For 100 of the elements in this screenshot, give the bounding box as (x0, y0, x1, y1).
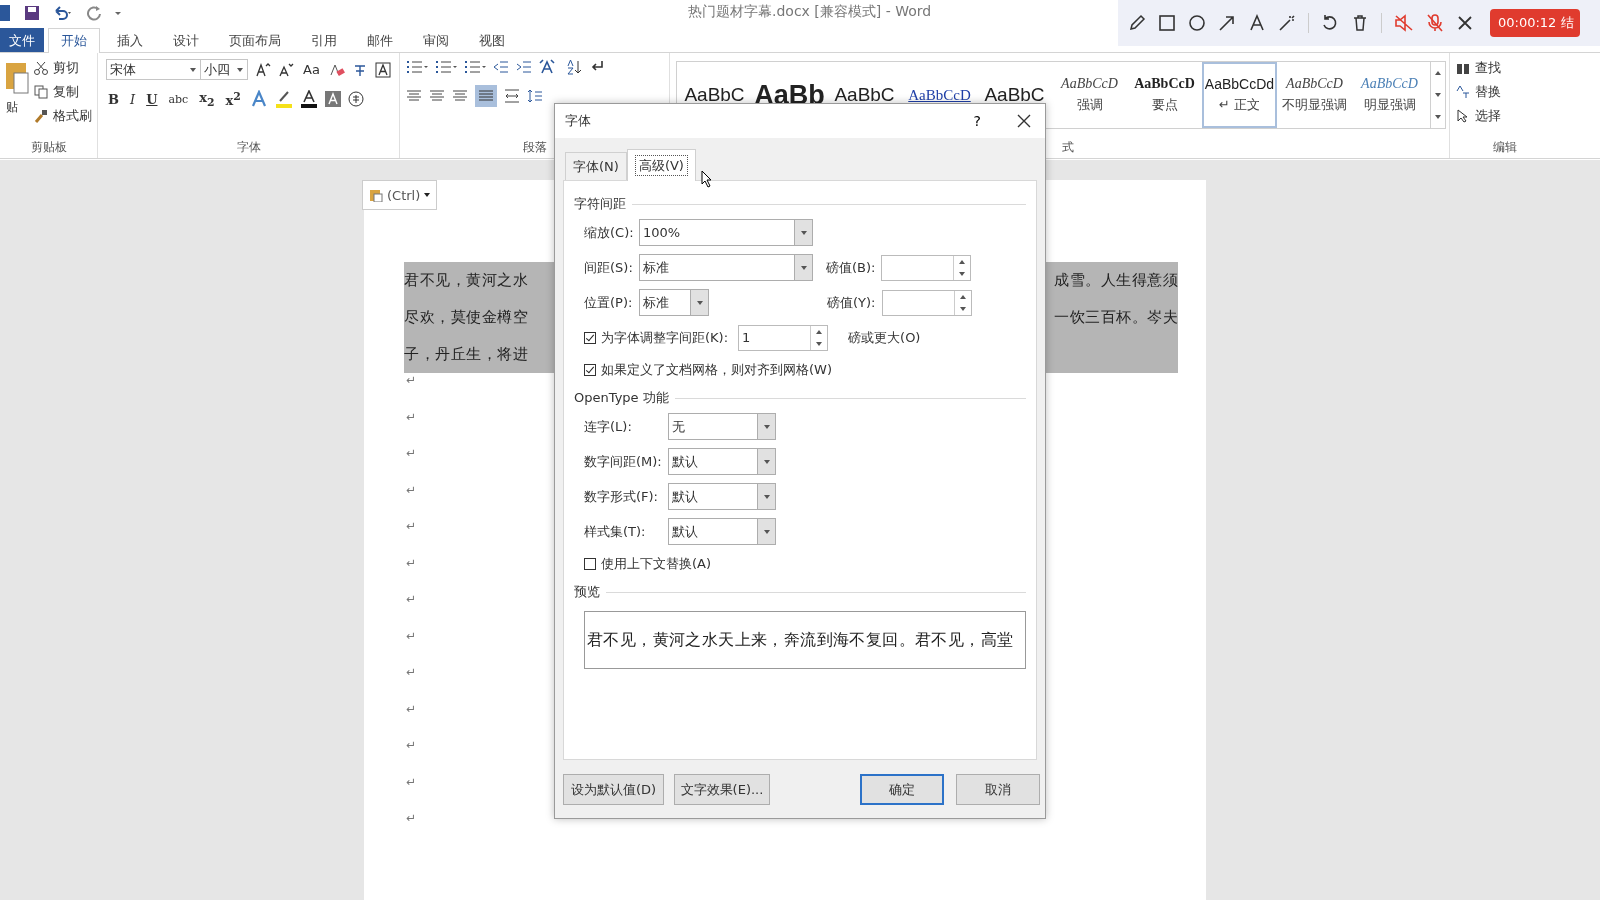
list-icon[interactable] (406, 59, 428, 75)
rectangle-icon[interactable] (1158, 14, 1176, 32)
style-item[interactable]: AaBbCcD 明显强调 (1352, 62, 1427, 128)
circle-icon[interactable] (1188, 14, 1206, 32)
text-effects-icon[interactable] (249, 90, 268, 109)
format-button[interactable]: abc (166, 92, 191, 106)
style-item[interactable]: AaBbCcD 要点 (1127, 62, 1202, 128)
shrink-font-icon[interactable] (278, 61, 294, 78)
checkbox[interactable] (584, 558, 596, 570)
ribbon-tab[interactable]: 页面布局 (216, 28, 294, 52)
format-button[interactable]: x$^{2}$ (223, 90, 243, 109)
pencil-icon[interactable] (1128, 14, 1146, 32)
stop-recording-button[interactable]: 00:00:12 结 (1490, 9, 1580, 37)
paragraph-mark: ↵ (405, 373, 417, 389)
undo-icon[interactable] (52, 5, 74, 21)
character-shading-icon[interactable] (324, 91, 341, 108)
help-button[interactable]: ? (973, 113, 981, 129)
checkbox-label[interactable]: 如果定义了文档网格，则对齐到网格(W) (601, 361, 832, 379)
find-button[interactable]: 查找 (1456, 59, 1554, 77)
distributed-icon[interactable] (504, 88, 520, 104)
opentype-dropdown[interactable]: 默认 (668, 483, 776, 510)
format-button[interactable]: B (106, 91, 121, 107)
dialog-button[interactable]: 文字效果(E)... (674, 774, 770, 805)
format-painter-button[interactable]: 格式刷 (34, 107, 92, 125)
highlighter-icon[interactable] (274, 90, 293, 109)
paragraph-mark: ↵ (405, 738, 417, 754)
checkbox[interactable] (584, 331, 596, 344)
word-icon[interactable] (0, 4, 12, 22)
align-icon[interactable] (452, 88, 468, 104)
line-spacing-icon[interactable] (527, 88, 543, 104)
align-icon[interactable] (406, 88, 422, 104)
change-case-button[interactable]: Aa (301, 62, 322, 77)
font-name-dropdown[interactable]: 宋体 (106, 59, 201, 80)
enclose-characters-icon[interactable] (347, 91, 364, 108)
sort-icon[interactable] (566, 59, 582, 75)
font-color-icon[interactable] (299, 90, 318, 109)
close-icon[interactable] (1456, 14, 1474, 32)
ribbon-tab[interactable]: 文件 (0, 28, 44, 52)
format-button[interactable]: I (128, 91, 138, 107)
save-icon[interactable] (24, 5, 40, 21)
increase-indent-icon[interactable] (516, 59, 532, 75)
align-icon[interactable] (429, 88, 445, 104)
redo-icon[interactable] (86, 5, 102, 21)
format-button[interactable]: U (144, 91, 160, 107)
dialog-tab[interactable]: 字体(N) (565, 152, 627, 180)
magic-wand-icon[interactable] (1278, 14, 1296, 32)
scale-dropdown[interactable]: 100% (639, 219, 813, 246)
paragraph-mark: ↵ (405, 811, 417, 827)
list-icon[interactable] (435, 59, 457, 75)
style-item[interactable]: AaBbCcDd ↵ 正文 (1202, 62, 1277, 128)
ribbon-tab[interactable]: 设计 (160, 28, 212, 52)
opentype-dropdown[interactable]: 默认 (668, 518, 776, 545)
close-icon[interactable] (1017, 114, 1031, 128)
trash-icon[interactable] (1351, 14, 1369, 32)
arrow-icon[interactable] (1218, 14, 1236, 32)
paste-label[interactable]: 贴 (6, 99, 18, 116)
checkbox[interactable] (584, 364, 596, 376)
opentype-dropdown[interactable]: 默认 (668, 448, 776, 475)
format-button[interactable]: x$_{2}$ (197, 90, 217, 109)
ribbon-tab[interactable]: 视图 (466, 28, 518, 52)
paintbrush-icon (34, 109, 48, 123)
ribbon-tab[interactable]: 邮件 (354, 28, 406, 52)
spacing-dropdown[interactable]: 标准 (639, 254, 813, 281)
list-icon[interactable] (464, 59, 486, 75)
ribbon-tab[interactable]: 插入 (104, 28, 156, 52)
replace-button[interactable]: 替换 (1456, 83, 1554, 101)
opentype-dropdown[interactable]: 无 (668, 413, 776, 440)
checkbox-label[interactable]: 使用上下文替换(A) (601, 555, 712, 573)
paste-options-button[interactable]: (Ctrl) (362, 180, 438, 210)
ribbon-tab[interactable]: 审阅 (410, 28, 462, 52)
paragraph-mark: ↵ (405, 592, 417, 608)
copy-button[interactable]: 复制 (34, 83, 92, 101)
select-button[interactable]: 选择 (1456, 107, 1554, 125)
position-dropdown[interactable]: 标准 (639, 289, 709, 316)
paragraph-mark: ↵ (405, 774, 417, 791)
text-tool-icon[interactable] (1248, 14, 1266, 32)
cut-button[interactable]: 剪切 (34, 59, 92, 77)
field-label: 间距(S): (584, 258, 634, 277)
dialog-button[interactable]: 确定 (860, 774, 944, 805)
dialog-button[interactable]: 设为默认值(D) (563, 774, 664, 805)
group-label: 段落 (521, 139, 548, 156)
customize-icon[interactable] (114, 9, 122, 17)
kerning-spinbox[interactable]: 1 (738, 324, 829, 351)
character-border-icon[interactable] (374, 61, 391, 78)
microphone-muted-icon[interactable] (1426, 13, 1444, 33)
decrease-indent-icon[interactable] (493, 59, 509, 75)
group-label: 字体 (235, 139, 262, 156)
undo-icon[interactable] (1321, 14, 1339, 32)
dialog-button[interactable]: 取消 (956, 774, 1040, 805)
font-size-dropdown[interactable]: 小四 (200, 59, 248, 80)
dialog-tab[interactable]: 高级(V) (626, 149, 696, 181)
style-item[interactable]: AaBbCcD 不明显强调 (1277, 62, 1352, 128)
ribbon-tab[interactable]: 引用 (298, 28, 350, 52)
checkbox-label[interactable]: 为字体调整字间距(K): (601, 328, 729, 347)
ribbon-tab[interactable]: 开始 (48, 28, 100, 53)
speaker-muted-icon[interactable] (1394, 14, 1414, 32)
grow-font-icon[interactable] (255, 61, 271, 78)
style-item[interactable]: AaBbCcD 强调 (1052, 62, 1127, 128)
preview-text: 君不见，黄河之水天上来，奔流到海不复回。君不见，高堂 (587, 629, 1014, 651)
document-text: 尽欢，莫使金樽空 (404, 308, 528, 327)
